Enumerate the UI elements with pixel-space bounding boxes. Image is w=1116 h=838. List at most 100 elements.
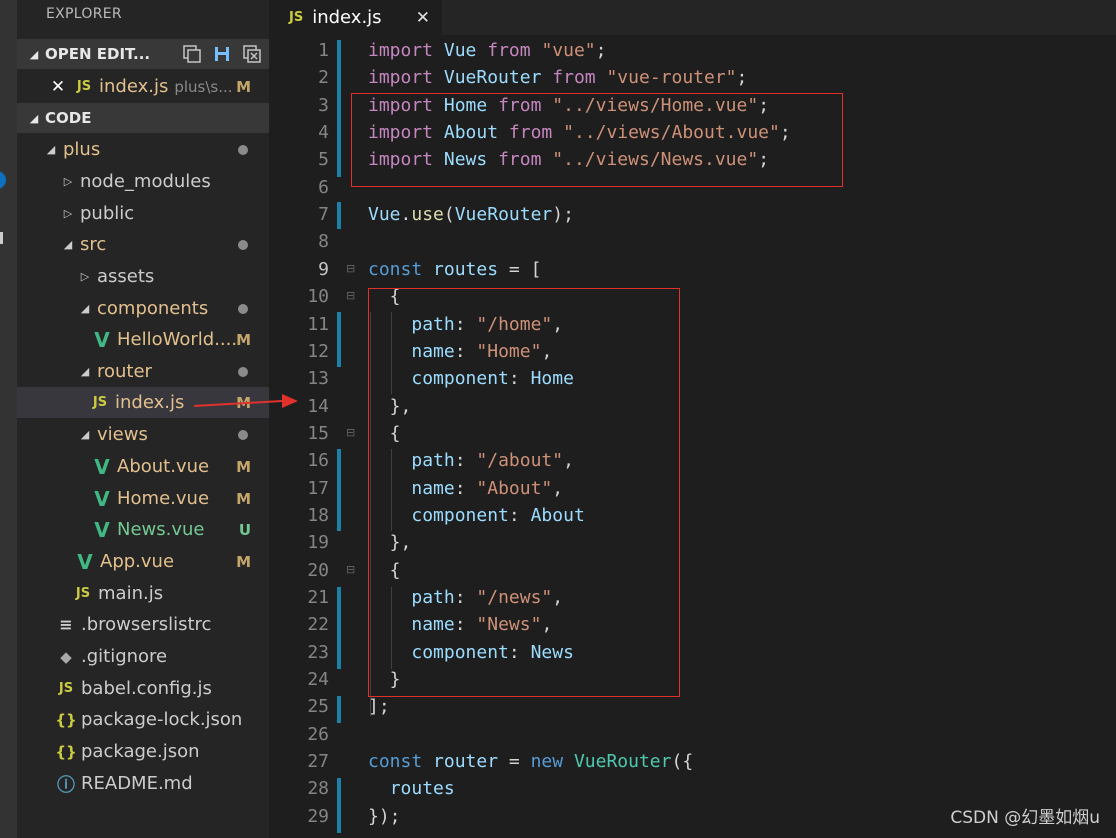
tree-file-app-vue[interactable]: V App.vue M xyxy=(17,546,269,577)
line-number: 6 xyxy=(318,176,329,198)
tree-file-about-vue[interactable]: V About.vue M xyxy=(17,451,269,482)
tree-item-label: node_modules xyxy=(80,171,211,192)
tree-folder-node-modules[interactable]: ▷ node_modules xyxy=(17,166,269,197)
save-icon[interactable] xyxy=(213,45,231,63)
modified-dot-icon xyxy=(238,144,248,155)
modified-dot-icon xyxy=(238,239,248,250)
chevron-down-icon: ◢ xyxy=(63,238,73,251)
line-number: 1 xyxy=(318,40,329,61)
tree-file-readme[interactable]: ⓘ README.md xyxy=(17,768,269,799)
code-line: routes xyxy=(389,778,455,800)
fold-icon[interactable]: ⊟ xyxy=(346,563,355,576)
chevron-down-icon: ◢ xyxy=(80,428,90,441)
js-file-icon: JS xyxy=(76,79,92,94)
json-file-icon: {} xyxy=(55,742,77,761)
tree-file-gitignore[interactable]: ◆ .gitignore xyxy=(17,641,269,672)
tree-item-label: public xyxy=(80,203,135,224)
code-line: const router = new VueRouter({ xyxy=(368,751,694,773)
line-number: 16 xyxy=(307,450,329,472)
tree-item-label: router xyxy=(97,361,152,382)
line-number: 22 xyxy=(307,614,329,636)
line-number: 4 xyxy=(318,122,329,144)
line-number: 25 xyxy=(307,696,329,718)
vue-file-icon: V xyxy=(94,327,110,352)
tree-item-label: package.json xyxy=(81,741,200,762)
fold-icon[interactable]: ⊟ xyxy=(346,289,355,302)
tree-folder-public[interactable]: ▷ public xyxy=(17,198,269,229)
open-editors-header[interactable]: ◢ OPEN EDIT... xyxy=(17,39,269,69)
tree-item-label: HelloWorld.... xyxy=(117,329,238,350)
tab-index-js[interactable]: JS index.js ✕ xyxy=(269,0,442,35)
line-number: 28 xyxy=(307,778,329,800)
tree-item-label: assets xyxy=(97,266,155,287)
highlight-box-routes xyxy=(368,288,680,697)
close-icon[interactable]: ✕ xyxy=(47,77,69,97)
tree-item-label: .gitignore xyxy=(81,646,168,667)
close-icon[interactable]: ✕ xyxy=(416,8,430,28)
js-file-icon: JS xyxy=(75,586,91,601)
tree-file-main-js[interactable]: JS main.js xyxy=(17,578,269,609)
info-icon: ⓘ xyxy=(57,774,75,796)
tree-item-label: index.js xyxy=(115,392,185,413)
line-number: 27 xyxy=(307,751,329,773)
untracked-badge: U xyxy=(238,520,251,539)
tree-item-label: plus xyxy=(63,139,101,160)
tree-folder-assets[interactable]: ▷ assets xyxy=(17,261,269,292)
tree-file-package-lock[interactable]: {} package-lock.json xyxy=(17,704,269,735)
tree-item-label: .browserslistrc xyxy=(81,614,212,635)
line-number: 11 xyxy=(307,313,329,335)
code-editor[interactable]: 1 2 3 4 5 6 7 8 9 10 11 12 13 14 15 16 17 18 19 20 21 22 23 24 2… xyxy=(269,35,1116,838)
tree-item-label: App.vue xyxy=(100,551,175,572)
tree-folder-plus[interactable]: ◢ plus xyxy=(17,134,269,165)
tree-folder-views[interactable]: ◢ views xyxy=(17,419,269,450)
line-number: 13 xyxy=(307,368,329,390)
tree-folder-src[interactable]: ◢ src xyxy=(17,229,269,260)
code-section-header[interactable]: ◢ CODE xyxy=(17,103,269,133)
line-number: 9 xyxy=(318,258,329,280)
js-file-icon: JS xyxy=(92,395,108,410)
open-editor-filename: index.js xyxy=(99,76,169,97)
vue-file-icon: V xyxy=(77,549,93,574)
tree-file-package-json[interactable]: {} package.json xyxy=(17,736,269,767)
tree-item-label: views xyxy=(97,424,148,445)
tree-folder-router[interactable]: ◢ router xyxy=(17,356,269,387)
chevron-down-icon: ◢ xyxy=(80,365,90,378)
js-file-icon: JS xyxy=(289,10,304,25)
tree-item-label: src xyxy=(80,234,107,255)
open-editor-path: plus\s... xyxy=(174,77,233,96)
tree-file-helloworld[interactable]: V HelloWorld.... M xyxy=(17,324,269,355)
open-editor-item[interactable]: ✕ JS index.js plus\s... M xyxy=(17,71,269,102)
fold-icon[interactable]: ⊟ xyxy=(346,426,355,439)
tree-item-label: README.md xyxy=(81,773,193,794)
tree-file-browserslistrc[interactable]: ≡ .browserslistrc xyxy=(17,609,269,640)
line-number: 20 xyxy=(307,559,329,581)
line-number: 15 xyxy=(307,422,329,444)
modified-badge: M xyxy=(236,552,251,571)
change-bar xyxy=(337,778,341,833)
line-number: 18 xyxy=(307,504,329,526)
line-number: 10 xyxy=(307,286,329,308)
code-line: import Vue from "vue"; xyxy=(368,40,607,61)
notification-indicator[interactable] xyxy=(0,171,6,189)
tree-file-babel-config[interactable]: JS babel.config.js xyxy=(17,673,269,704)
tree-file-home-vue[interactable]: V Home.vue M xyxy=(17,483,269,514)
chevron-right-icon: ▷ xyxy=(80,270,90,283)
close-all-icon[interactable] xyxy=(243,45,261,63)
chevron-down-icon: ◢ xyxy=(80,302,90,315)
tab-bar: JS index.js ✕ xyxy=(269,0,1116,35)
line-number: 3 xyxy=(318,94,329,116)
open-editors-label: OPEN EDIT... xyxy=(45,45,151,63)
activity-indicator xyxy=(0,232,3,244)
change-bar xyxy=(337,202,341,229)
code-line: ]; xyxy=(368,696,390,718)
tree-folder-components[interactable]: ◢ components xyxy=(17,293,269,324)
chevron-down-icon: ◢ xyxy=(29,47,39,61)
chevron-right-icon: ▷ xyxy=(63,175,73,188)
js-file-icon: JS xyxy=(58,681,74,696)
save-all-icon[interactable] xyxy=(183,45,201,63)
watermark: CSDN @幻墨如烟u xyxy=(950,808,1100,828)
annotation-arrow-icon xyxy=(193,394,298,408)
fold-icon[interactable]: ⊟ xyxy=(346,262,355,275)
tree-item-label: main.js xyxy=(98,583,164,604)
tree-file-news-vue[interactable]: V News.vue U xyxy=(17,514,269,545)
